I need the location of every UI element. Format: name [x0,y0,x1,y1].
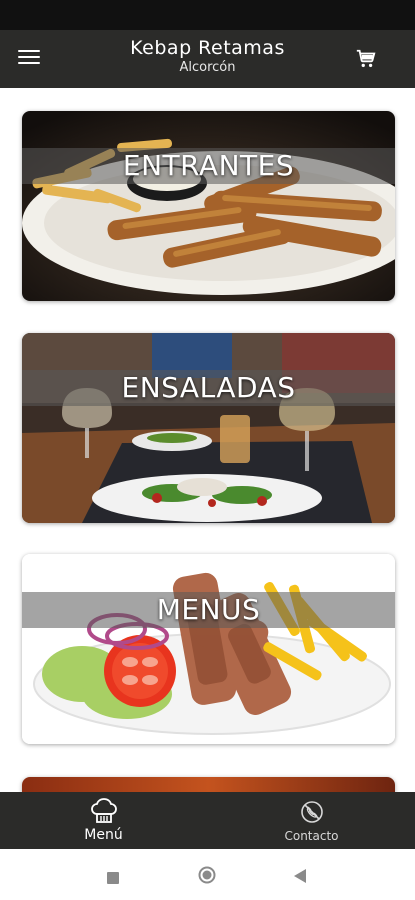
restaurant-location: Alcorcón [179,60,236,75]
partial-food-image [22,777,395,792]
category-card-menus[interactable]: MENUS [22,554,395,744]
restaurant-name: Kebap Retamas [130,37,285,59]
category-card-entrantes[interactable]: ENTRANTES [22,111,395,301]
status-bar [0,0,415,30]
shopping-cart-icon[interactable] [355,48,377,70]
category-label: ENSALADAS [121,371,296,404]
triangle-back-icon[interactable] [294,868,306,887]
nav-item-contacto[interactable]: Contacto [208,792,415,849]
nav-item-menu[interactable]: Menú [0,792,207,849]
header-title-block: Kebap Retamas Alcorcón [80,37,335,75]
category-label: ENTRANTES [122,149,295,182]
system-navigation-bar [0,849,415,900]
chef-hat-icon [90,797,118,829]
category-list: ENTRANTES ENSALADAS MENUS [0,88,415,792]
square-recents-icon[interactable] [107,869,119,888]
app-bar: Kebap Retamas Alcorcón [0,30,415,88]
no-phone-icon [300,800,324,828]
category-label: MENUS [156,593,261,626]
entrantes-food-image [22,111,395,301]
nav-label: Menú [84,827,123,843]
bottom-navigation: Menú Contacto [0,792,415,849]
circle-home-icon[interactable] [198,866,216,888]
ensaladas-food-image [22,333,395,523]
category-card-ensaladas[interactable]: ENSALADAS [22,333,395,523]
hamburger-menu-icon[interactable] [18,50,40,68]
nav-label: Contacto [284,829,339,843]
category-card-partial[interactable] [22,777,395,792]
menus-food-image [22,554,395,744]
